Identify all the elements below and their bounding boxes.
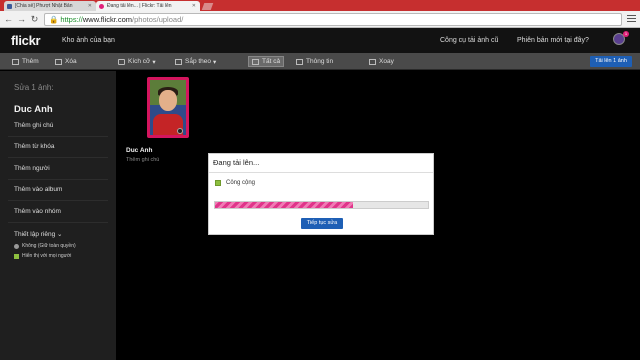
delete-button[interactable]: Xóa [55,56,77,67]
favicon-icon [99,3,104,9]
photo-image [150,80,186,135]
upload-dialog: Đang tải lên... Công cộng Tiếp tục sửa [208,153,434,235]
privacy-settings-title[interactable]: Thiết lập riêng ⌄ [14,230,62,238]
close-icon[interactable]: ✕ [88,3,92,9]
photo-caption-description: Thêm ghi chú [126,157,160,163]
delete-icon [55,58,62,65]
new-tab-button[interactable] [201,3,214,10]
divider [8,222,108,223]
sort-button[interactable]: Sắp theo ▾ [175,56,216,67]
nav-new-version[interactable]: Phiên bản mới tại đây? [517,37,589,44]
checkbox-icon [215,180,221,186]
select-all-icon [252,58,259,65]
upload-progress-bar [214,201,429,209]
add-photo-icon [12,58,19,65]
checkbox-label: Công cộng [226,180,256,186]
sidebar-item-people[interactable]: Thêm người [14,165,50,172]
photo-title-field[interactable]: Duc Anh [14,104,53,115]
lock-icon: 🔒 [49,15,59,24]
sidebar-item-tags[interactable]: Thêm từ khóa [14,143,54,150]
browser-tab-1[interactable]: [Chia sẻ] Phượt Nhật Bản ✕ [4,1,96,11]
reload-icon[interactable]: ↻ [29,14,40,25]
nav-old-uploader[interactable]: Công cụ tải ảnh cũ [440,37,498,44]
url-path: /photos/upload/ [132,15,184,24]
chevron-down-icon: ⌄ [57,231,63,238]
info-icon [296,58,303,65]
info-button[interactable]: Thông tin [296,56,333,67]
sidebar-item-album[interactable]: Thêm vào album [14,186,62,193]
divider [8,157,108,158]
radio-icon [14,243,19,249]
sidebar-heading: Sửa 1 ảnh: [14,83,54,92]
url-host: www.flickr.com [82,15,133,24]
address-bar-row: ← → ↻ 🔒 https://www.flickr.com/photos/upl… [0,11,640,28]
divider [8,179,108,180]
rotate-button[interactable]: Xoay [369,56,394,67]
photo-caption-title: Duc Anh [126,147,153,154]
select-all-button[interactable]: Tất cả [248,56,285,67]
forward-icon[interactable]: → [16,14,27,25]
url-input[interactable]: 🔒 https://www.flickr.com/photos/upload/ [44,13,622,26]
upload-progress-fill [215,202,354,208]
privacy-option-private[interactable]: Không (Giữ toàn quyền) [14,243,76,249]
photo-thumbnail[interactable] [147,77,189,138]
size-button[interactable]: Kích cỡ ▾ [118,56,156,67]
tab-label: Đang tải lên... | Flickr: Tải lên [107,3,172,9]
info-icon[interactable] [177,128,183,134]
sort-icon [175,58,182,65]
url-scheme: https:// [60,15,83,24]
favicon-icon [7,3,12,9]
notification-badge[interactable]: 1 [623,31,629,37]
privacy-option-public[interactable]: Hiển thị với mọi người [14,253,71,259]
add-description-field[interactable]: Thêm ghi chú [14,122,53,129]
close-icon[interactable]: ✕ [192,3,196,9]
tab-label: [Chia sẻ] Phượt Nhật Bản [15,3,73,9]
divider [8,200,108,201]
browser-menu-icon[interactable] [627,15,636,23]
publish-button[interactable]: Tải lên 1 ảnh [590,56,632,67]
site-header: flickr Kho ảnh của bạn Công cụ tải ảnh c… [0,28,640,53]
nav-your-photos[interactable]: Kho ảnh của bạn [62,37,115,44]
checkbox-icon [14,253,19,259]
dialog-title: Đang tải lên... [213,158,260,167]
browser-tab-bar: [Chia sẻ] Phượt Nhật Bản ✕ Đang tải lên.… [0,0,640,11]
browser-tab-2[interactable]: Đang tải lên... | Flickr: Tải lên ✕ [96,1,200,11]
public-checkbox[interactable]: Công cộng [215,180,255,186]
divider [8,136,108,137]
divider [209,172,433,173]
continue-editing-button[interactable]: Tiếp tục sửa [301,218,343,229]
upload-toolbar: Thêm Xóa Kích cỡ ▾ Sắp theo ▾ Tất cả Thông… [0,53,640,70]
sidebar-item-group[interactable]: Thêm vào nhóm [14,208,61,215]
back-icon[interactable]: ← [3,14,14,25]
edit-sidebar: Sửa 1 ảnh: Duc Anh Thêm ghi chú Thêm từ … [0,71,116,360]
flickr-logo[interactable]: flickr [11,33,41,48]
size-icon [118,58,125,65]
rotate-icon [369,58,376,65]
add-button[interactable]: Thêm [12,56,39,67]
